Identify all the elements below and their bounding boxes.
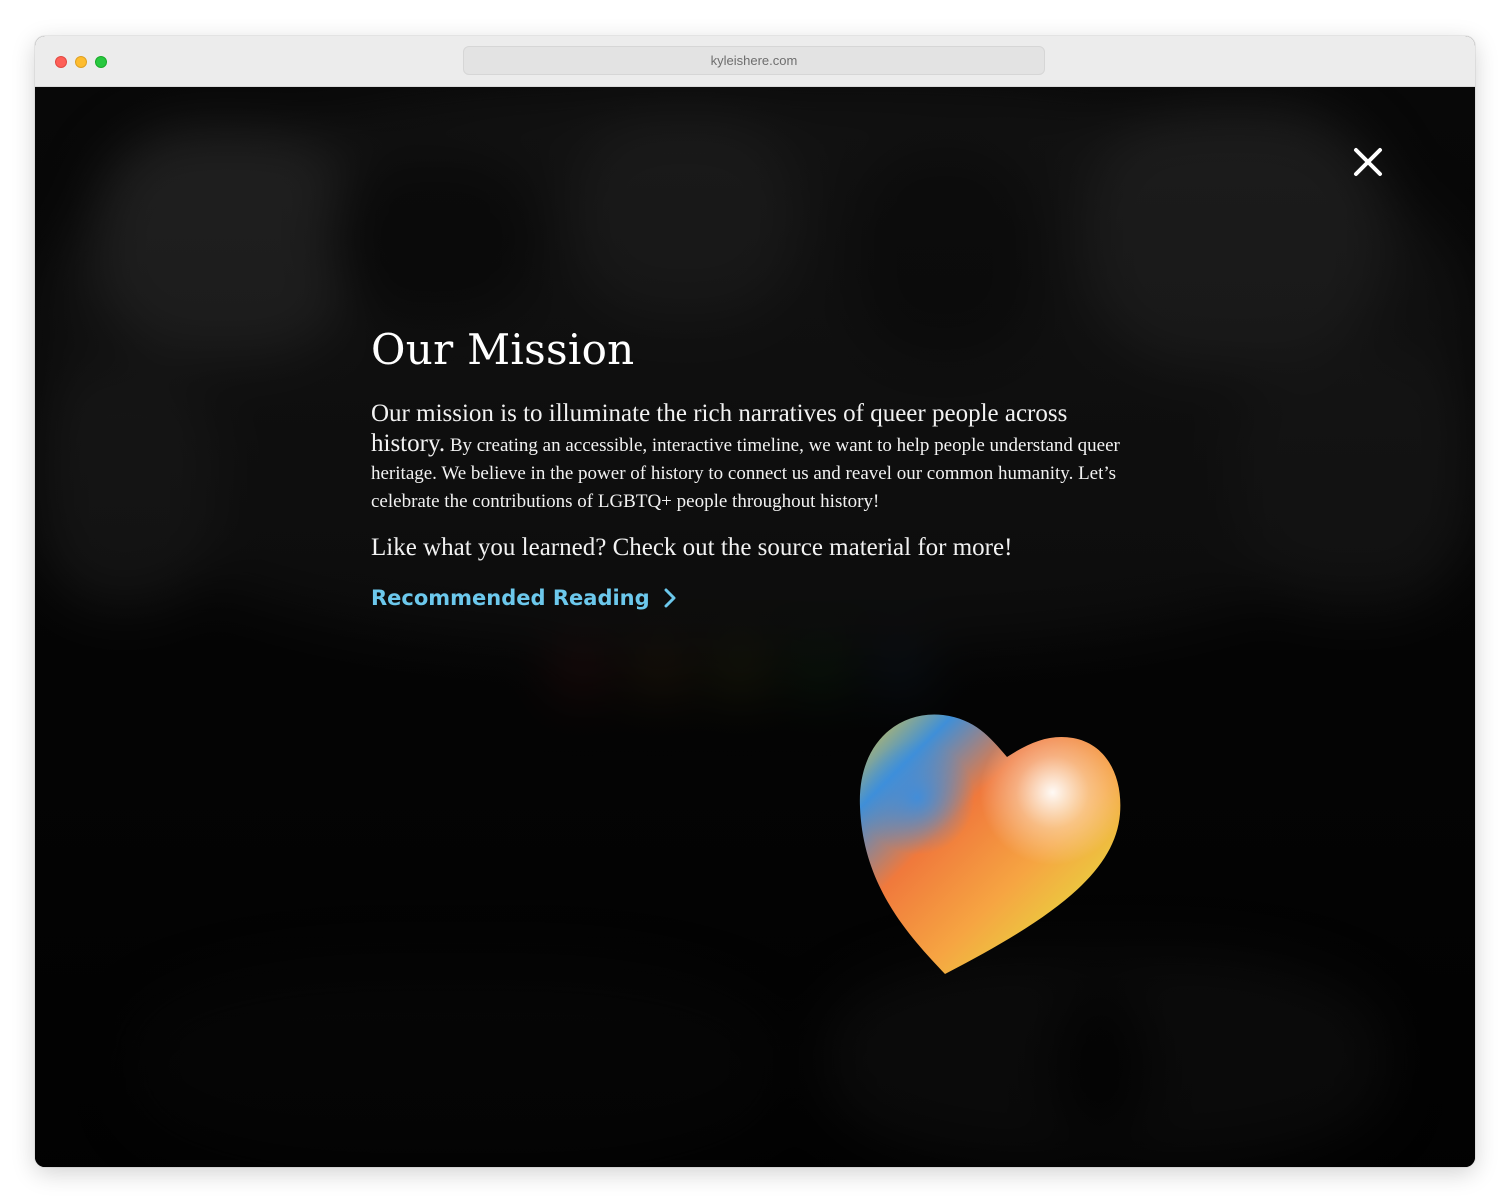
cta-text: Like what you learned? Check out the sou…: [371, 534, 1013, 561]
address-bar-url: kyleishere.com: [710, 53, 798, 68]
page-title: Our Mission: [371, 325, 635, 374]
window-maximize-button[interactable]: [95, 56, 107, 68]
address-bar[interactable]: kyleishere.com: [463, 46, 1045, 75]
close-button[interactable]: [1351, 145, 1385, 179]
window-close-button[interactable]: [55, 56, 67, 68]
browser-window: kyleishere.com Our Mission Our mission i…: [35, 36, 1475, 1167]
browser-titlebar: kyleishere.com: [35, 36, 1475, 87]
mission-paragraph: Our mission is to illuminate the rich na…: [371, 400, 1141, 516]
recommended-reading-link[interactable]: Recommended Reading: [371, 586, 676, 610]
modal-overlay: [35, 87, 1475, 1167]
rainbow-heart-icon: [859, 714, 1121, 974]
close-icon: [1354, 148, 1382, 176]
mission-content: Our Mission Our mission is to illuminate…: [371, 325, 1141, 610]
window-minimize-button[interactable]: [75, 56, 87, 68]
chevron-right-icon: [664, 588, 676, 608]
page-viewport: Our Mission Our mission is to illuminate…: [35, 87, 1475, 1167]
mission-body: By creating an accessible, interactive t…: [371, 435, 1120, 512]
recommended-reading-label: Recommended Reading: [371, 586, 650, 610]
